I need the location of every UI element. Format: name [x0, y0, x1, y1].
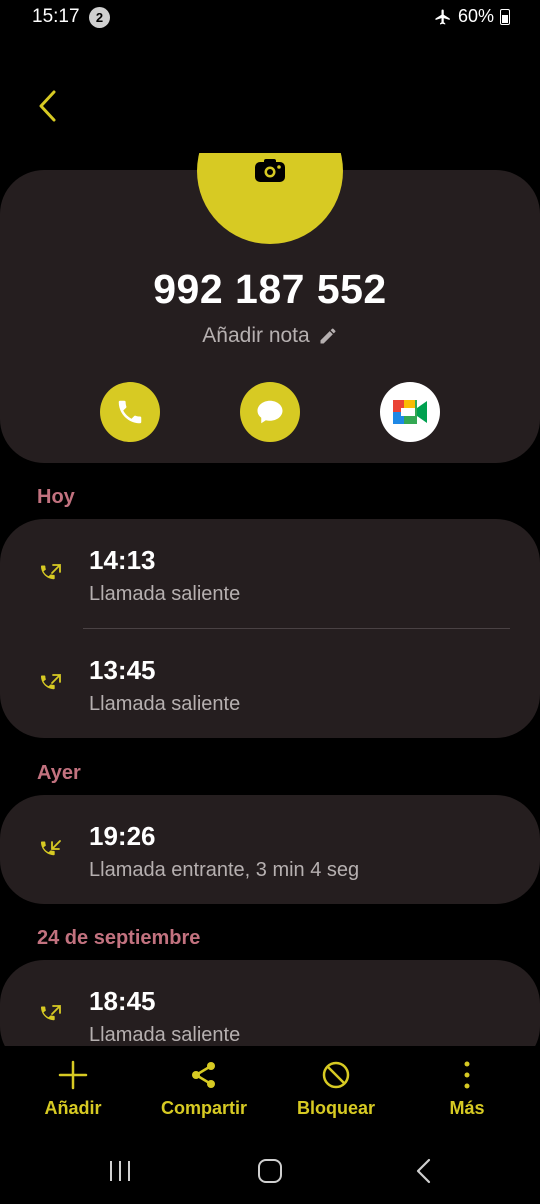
system-nav-bar [0, 1140, 540, 1204]
nav-back-button[interactable] [404, 1156, 444, 1186]
call-type: Llamada saliente [89, 693, 241, 715]
outgoing-call-icon [41, 674, 61, 690]
notification-count-badge: 2 [89, 7, 110, 28]
message-button[interactable] [240, 382, 300, 442]
call-time: 14:13 [89, 545, 156, 575]
back-button[interactable] [30, 86, 66, 126]
call-time: 13:45 [89, 655, 156, 685]
outgoing-call-icon [41, 1005, 61, 1021]
block-button[interactable]: Bloquear [271, 1058, 401, 1119]
incoming-call-icon [41, 840, 61, 856]
call-log-card-today: 14:13 Llamada saliente 13:45 Llamada sal… [0, 519, 540, 738]
recent-apps-button[interactable] [100, 1156, 140, 1186]
share-label: Compartir [160, 1098, 247, 1118]
phone-icon [118, 400, 142, 424]
back-icon [416, 1158, 431, 1184]
call-type: Llamada saliente [89, 583, 241, 605]
video-call-button[interactable] [380, 382, 440, 442]
call-button[interactable] [100, 382, 160, 442]
home-icon [258, 1159, 282, 1183]
contact-avatar[interactable] [197, 153, 343, 244]
add-label: Añadir [44, 1098, 102, 1118]
block-icon [322, 1061, 350, 1089]
section-label-sep-24: 24 de septiembre [37, 927, 201, 949]
home-button[interactable] [250, 1156, 290, 1186]
status-right: 60% [434, 6, 510, 27]
chat-bubble-icon [257, 400, 283, 424]
airplane-mode-icon [435, 9, 450, 24]
phone-number: 992 187 552 [153, 266, 387, 312]
status-bar: 15:17 2 60% [0, 0, 540, 36]
recent-apps-icon [110, 1161, 130, 1181]
share-icon [192, 1062, 215, 1088]
section-label-today: Hoy [37, 486, 75, 508]
call-log-item[interactable]: 19:26 Llamada entrante, 3 min 4 seg [0, 795, 540, 904]
more-button[interactable]: Más [402, 1058, 532, 1119]
google-meet-icon [393, 400, 427, 424]
section-label-yesterday: Ayer [37, 762, 81, 784]
battery-percent: 60% [457, 6, 494, 26]
call-time: 19:26 [89, 821, 156, 851]
call-log-item[interactable]: 13:45 Llamada saliente [0, 629, 540, 738]
outgoing-call-icon [41, 564, 61, 580]
add-button[interactable]: Añadir [8, 1058, 138, 1119]
call-type: Llamada entrante, 3 min 4 seg [89, 859, 360, 881]
bottom-action-bar: Añadir Compartir Bloquear Más [0, 1046, 540, 1130]
chevron-left-icon [39, 90, 56, 122]
call-log-card-yesterday: 19:26 Llamada entrante, 3 min 4 seg [0, 795, 540, 904]
more-label: Más [449, 1098, 485, 1118]
plus-icon [58, 1060, 88, 1090]
more-vertical-icon [464, 1061, 470, 1089]
call-type: Llamada saliente [89, 1024, 241, 1046]
call-time: 18:45 [89, 986, 156, 1016]
pencil-icon [320, 328, 336, 344]
battery-icon [500, 8, 510, 25]
add-note-label: Añadir nota [202, 324, 310, 347]
status-time: 15:17 [32, 6, 80, 27]
block-label: Bloquear [296, 1098, 375, 1118]
camera-icon [255, 159, 285, 182]
call-log-item[interactable]: 14:13 Llamada saliente [0, 519, 540, 629]
share-button[interactable]: Compartir [139, 1058, 269, 1119]
add-note-button[interactable]: Añadir nota [0, 324, 540, 348]
